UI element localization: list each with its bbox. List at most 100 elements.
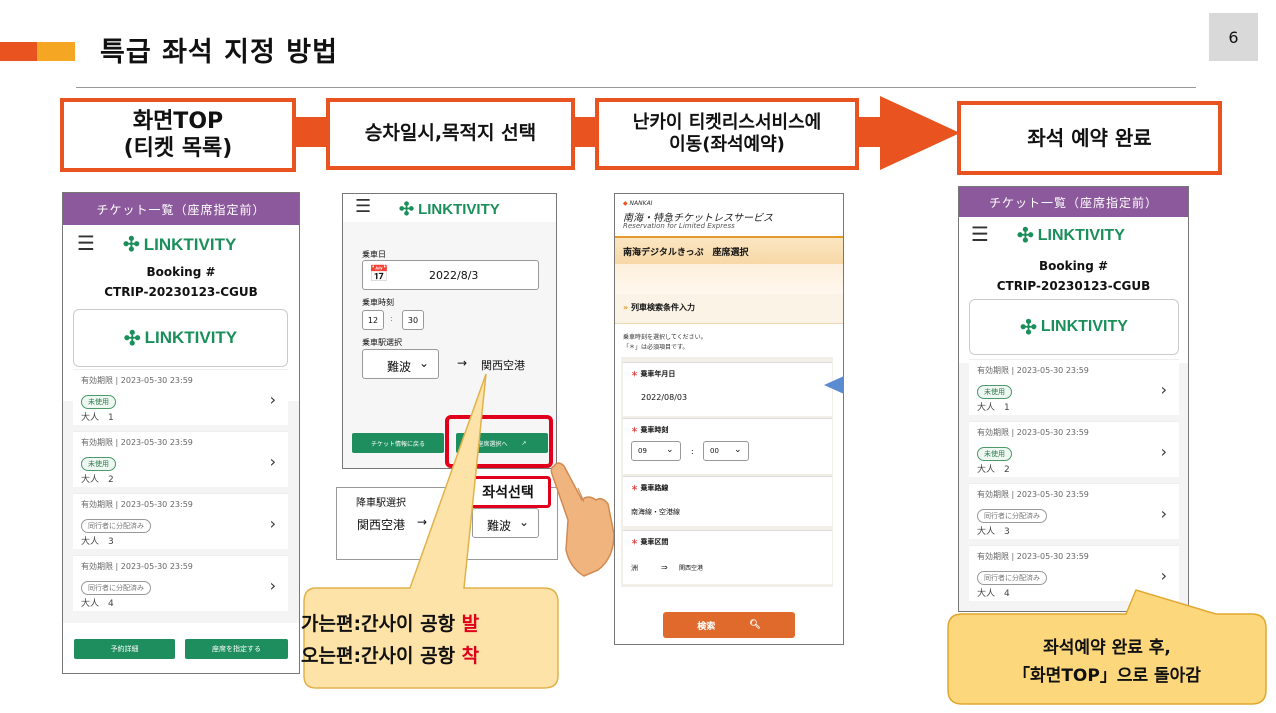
going-highlight: 발 xyxy=(461,613,480,635)
step-label: 승차일시,목적지 선택 xyxy=(364,122,537,145)
brand-logo: ✣ LINKTIVITY xyxy=(124,326,237,351)
chevron-down-icon: ⌄ xyxy=(419,356,430,370)
process-arrow-head xyxy=(880,96,960,170)
ticket-item[interactable]: 有効期限 | 2023-05-30 23:59 未使用 大人 1 › xyxy=(73,369,288,425)
step-box-top: 화면TOP (티켓 목록) xyxy=(60,98,296,172)
nankai-route-section: ＊ 乗車路線 南海線・空港線 xyxy=(623,476,832,526)
ticket-item[interactable]: 有効期限 | 2023-05-30 23:59 未使用 大人 2 › xyxy=(73,431,288,487)
menu-icon[interactable]: ☰ xyxy=(77,231,95,255)
chevron-right-icon: › xyxy=(1160,566,1167,585)
ticket-validity: 有効期限 | 2023-05-30 23:59 xyxy=(977,428,1089,437)
ticket-passenger: 大人 2 xyxy=(81,475,114,485)
nankai-hour-select[interactable]: 09 ⌄ xyxy=(631,441,681,461)
logo-mark-icon: ✣ xyxy=(399,199,415,219)
nankai-to: 関西空港 xyxy=(679,565,704,572)
done-callout-line2: 「화면TOP」으로 돌아감 xyxy=(1013,666,1201,686)
ticket-item[interactable]: 有効期限 | 2023-05-30 23:59 未使用 大人 1 › xyxy=(969,359,1179,415)
brand-logo: ✣ LINKTIVITY xyxy=(123,232,236,257)
nankai-screen: ◆ NANKAI 南海・特急チケットレスサービス Reservation for… xyxy=(614,193,844,645)
ticket-passenger: 大人 1 xyxy=(977,403,1010,413)
return-highlight: 착 xyxy=(461,645,480,667)
date-label: 乗車日 xyxy=(362,250,386,259)
nankai-page-title: 南海デジタルきっぷ 座席選択 xyxy=(623,248,749,258)
ticket-passenger: 大人 1 xyxy=(81,413,114,423)
return-line: 오는편:간사이 공항 착 xyxy=(301,641,563,668)
menu-icon[interactable]: ☰ xyxy=(355,196,371,217)
page-number: 6 xyxy=(1209,13,1258,61)
minute-field[interactable]: 30 xyxy=(402,310,424,330)
seat-assign-button[interactable]: 座席を指定する xyxy=(185,639,288,659)
done-callout-line1: 좌석예약 완료 후, xyxy=(1043,638,1171,658)
search-icon: 🔍︎ xyxy=(749,620,761,630)
status-badge: 同行者に分配済み xyxy=(977,571,1047,585)
nankai-brand-small: ◆ NANKAI xyxy=(623,200,652,207)
step-label: 화면TOP xyxy=(132,108,224,134)
nankai-date-value: 2022/08/03 xyxy=(641,393,688,402)
step-box-done: 좌석 예약 완료 xyxy=(957,101,1222,175)
nankai-section-title: 列車検索条件入力 xyxy=(630,303,695,312)
menu-icon[interactable]: ☰ xyxy=(971,222,989,246)
ticket-item[interactable]: 有効期限 | 2023-05-30 23:59 同行者に分配済み 大人 4 › xyxy=(73,555,288,611)
brand-name: LINKTIVITY xyxy=(418,201,500,218)
nankai-date-section: ＊ 乗車年月日 2022/08/03 xyxy=(623,362,832,416)
nankai-arrow: ⇒ xyxy=(661,563,668,572)
logo-mark-icon: ✣ xyxy=(1017,225,1034,247)
time-separator: : xyxy=(691,447,694,456)
chevron-down-icon: ⌄ xyxy=(734,445,742,455)
station-label: 乗車駅選択 xyxy=(362,338,402,347)
brand-logo: ✣ LINKTIVITY xyxy=(399,199,500,220)
date-field[interactable]: 📅 2022/8/3 xyxy=(362,260,539,290)
section-chevron-icon: » xyxy=(623,303,629,312)
status-badge: 未使用 xyxy=(977,447,1012,461)
header-divider xyxy=(76,87,1196,88)
status-badge: 同行者に分配済み xyxy=(81,581,151,595)
nankai-route-value: 南海線・空港線 xyxy=(631,508,680,516)
ticket-validity: 有効期限 | 2023-05-30 23:59 xyxy=(81,562,193,571)
time-label: 乗車時刻 xyxy=(362,298,394,307)
ticket-validity: 有効期限 | 2023-05-30 23:59 xyxy=(81,500,193,509)
nankai-section-bar: » 列車検索条件入力 xyxy=(615,294,843,324)
nankai-section-label: 乗車区間 xyxy=(640,538,669,546)
chevron-right-icon: › xyxy=(269,452,276,471)
going-text: 가는편:간사이 공항 xyxy=(301,613,462,635)
logo-mark-icon: ✣ xyxy=(123,327,141,350)
ticket-item[interactable]: 有効期限 | 2023-05-30 23:59 同行者に分配済み 大人 3 › xyxy=(73,493,288,549)
status-badge: 未使用 xyxy=(977,385,1012,399)
screen-header: チケット一覧（座席指定前） xyxy=(959,187,1188,217)
step-box-nankai: 난카이 티켓리스서비스에 이동(좌석예약) xyxy=(595,98,859,170)
booking-detail-button[interactable]: 予約詳細 xyxy=(74,639,175,659)
screen-header: チケット一覧（座席指定前） xyxy=(63,193,299,225)
nankai-date-label: 乗車年月日 xyxy=(640,370,676,378)
status-badge: 同行者に分配済み xyxy=(81,519,151,533)
status-badge: 同行者に分配済み xyxy=(977,509,1047,523)
nankai-minute-select[interactable]: 00 ⌄ xyxy=(703,441,749,461)
ticket-item[interactable]: 有効期限 | 2023-05-30 23:59 未使用 大人 2 › xyxy=(969,421,1179,477)
nankai-brand-small-text: NANKAI xyxy=(629,200,653,207)
brand-logo: ✣ LINKTIVITY xyxy=(1017,223,1125,248)
page-title: 특급 좌석 지정 방법 xyxy=(100,37,338,68)
nankai-hour-value: 09 xyxy=(638,447,647,455)
ticket-validity: 有効期限 | 2023-05-30 23:59 xyxy=(977,552,1089,561)
accent-bar xyxy=(0,42,37,61)
chevron-right-icon: › xyxy=(269,514,276,533)
step-label: 좌석 예약 완료 xyxy=(1027,125,1152,150)
brand-logo: ✣ LINKTIVITY xyxy=(1020,315,1128,340)
nankai-search-button[interactable]: 検索 🔍︎ xyxy=(663,612,795,638)
route-arrow: → xyxy=(457,356,468,370)
time-separator: : xyxy=(390,314,393,323)
going-line: 가는편:간사이 공항 발 xyxy=(301,609,563,636)
chevron-down-icon: ⌄ xyxy=(666,445,674,455)
ticket-passenger: 大人 2 xyxy=(977,465,1010,475)
booking-id: CTRIP-20230123-CGUB xyxy=(996,279,1151,293)
nankai-time-section: ＊ 乗車時刻 09 ⌄ : 00 ⌄ xyxy=(623,418,832,474)
chevron-right-icon: › xyxy=(1160,504,1167,523)
hour-field[interactable]: 12 xyxy=(362,310,384,330)
nankai-logo-icon: ◆ xyxy=(623,200,628,207)
booking-label: Booking # xyxy=(146,265,216,279)
brand-name: LINKTIVITY xyxy=(1037,226,1125,244)
blue-pointer-icon xyxy=(824,376,844,394)
ticket-validity: 有効期限 | 2023-05-30 23:59 xyxy=(81,376,193,385)
ticket-item[interactable]: 有効期限 | 2023-05-30 23:59 同行者に分配済み 大人 3 › xyxy=(969,483,1179,539)
nankai-brand-sub: Reservation for Limited Express xyxy=(623,222,735,230)
brand-card: ✣ LINKTIVITY xyxy=(969,299,1179,355)
